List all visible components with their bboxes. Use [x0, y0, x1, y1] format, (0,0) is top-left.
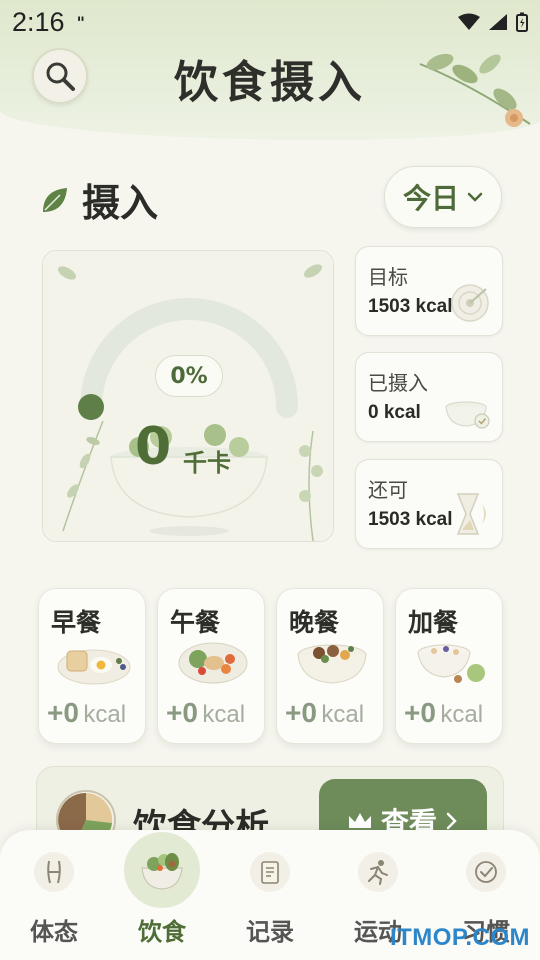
meal-kcal: +0 kcal [404, 697, 483, 729]
nav-label: 记录 [246, 918, 294, 946]
meal-card-breakfast[interactable]: 早餐 +0 kcal [38, 588, 146, 744]
nav-label: 饮食 [138, 918, 186, 946]
meal-kcal-unit: kcal [202, 701, 246, 728]
hourglass-icon [456, 493, 486, 535]
meal-name: 加餐 [408, 608, 459, 637]
leaves-decoration-icon [419, 53, 531, 127]
nav-icon-container [358, 852, 398, 892]
meal-name: 午餐 [170, 608, 221, 637]
status-indicator: " [76, 12, 85, 32]
dinner-icon [297, 644, 367, 684]
nav-icon-container [466, 852, 506, 892]
signal-icon [489, 14, 507, 30]
meal-kcal: +0 kcal [285, 697, 364, 729]
meal-card-dinner[interactable]: 晚餐 +0 kcal [276, 588, 384, 744]
nav-icon-container [34, 852, 74, 892]
intake-title: 摄入 [82, 181, 159, 225]
period-dropdown-label: 今日 [402, 182, 459, 215]
runner-icon [368, 860, 388, 885]
remaining-stat-card: 还可 1503 kcal [355, 459, 503, 549]
meal-kcal: +0 kcal [166, 697, 245, 729]
status-time: 2:16 [12, 6, 65, 37]
nav-label: 体态 [30, 918, 78, 946]
nav-icon-container [250, 852, 290, 892]
consumed-label: 已摄入 [368, 371, 428, 395]
meal-name: 早餐 [51, 608, 102, 637]
body-icon [47, 860, 61, 884]
lunch-icon [178, 642, 248, 684]
intake-section-header: 摄入 [40, 172, 158, 227]
intake-gauge-card: 0% 0 千卡 [42, 250, 334, 542]
meal-kcal-unit: kcal [321, 701, 365, 728]
chevron-right-icon [446, 812, 457, 830]
meal-card-lunch[interactable]: 午餐 +0 kcal [157, 588, 265, 744]
nav-item-body[interactable]: 体态 [0, 830, 108, 960]
crown-icon [348, 813, 371, 828]
goal-stat-card: 目标 1503 kcal [355, 246, 503, 336]
status-icons [458, 12, 528, 32]
meal-kcal-value: +0 [285, 697, 317, 728]
meal-kcal: +0 kcal [47, 697, 126, 729]
consumed-calories-unit: 千卡 [183, 449, 231, 477]
meal-kcal-unit: kcal [440, 701, 484, 728]
nav-icon-container [124, 832, 200, 908]
food-bowl-icon [141, 853, 183, 890]
meal-kcal-unit: kcal [83, 701, 127, 728]
meal-name: 晚餐 [289, 608, 340, 637]
habit-check-icon [475, 861, 497, 883]
consumed-stat-card: 已摄入 0 kcal [355, 352, 503, 442]
breakfast-icon [57, 649, 131, 685]
period-dropdown[interactable]: 今日 [384, 166, 502, 228]
notebook-icon [261, 861, 279, 884]
leaf-icon [43, 187, 67, 212]
watermark: ITMOP.COM [389, 924, 530, 951]
consumed-calories-value: 0 [135, 417, 172, 477]
nav-item-diet[interactable]: 饮食 [108, 830, 216, 960]
battery-icon [516, 12, 528, 32]
bottom-navigation: 体态 饮食 记录 运动 习惯 ITMOP.COM [0, 830, 540, 960]
chevron-down-icon [467, 192, 483, 202]
meal-kcal-value: +0 [47, 697, 79, 728]
snack-icon [417, 644, 485, 683]
meal-kcal-value: +0 [166, 697, 198, 728]
target-icon [451, 284, 489, 322]
bowl-icon [445, 401, 490, 429]
nav-item-records[interactable]: 记录 [216, 830, 324, 960]
wifi-icon [458, 13, 480, 30]
meal-kcal-value: +0 [404, 697, 436, 728]
meal-card-snack[interactable]: 加餐 +0 kcal [395, 588, 503, 744]
progress-percent: 0% [155, 355, 223, 397]
status-bar: 2:16 " [0, 0, 540, 44]
